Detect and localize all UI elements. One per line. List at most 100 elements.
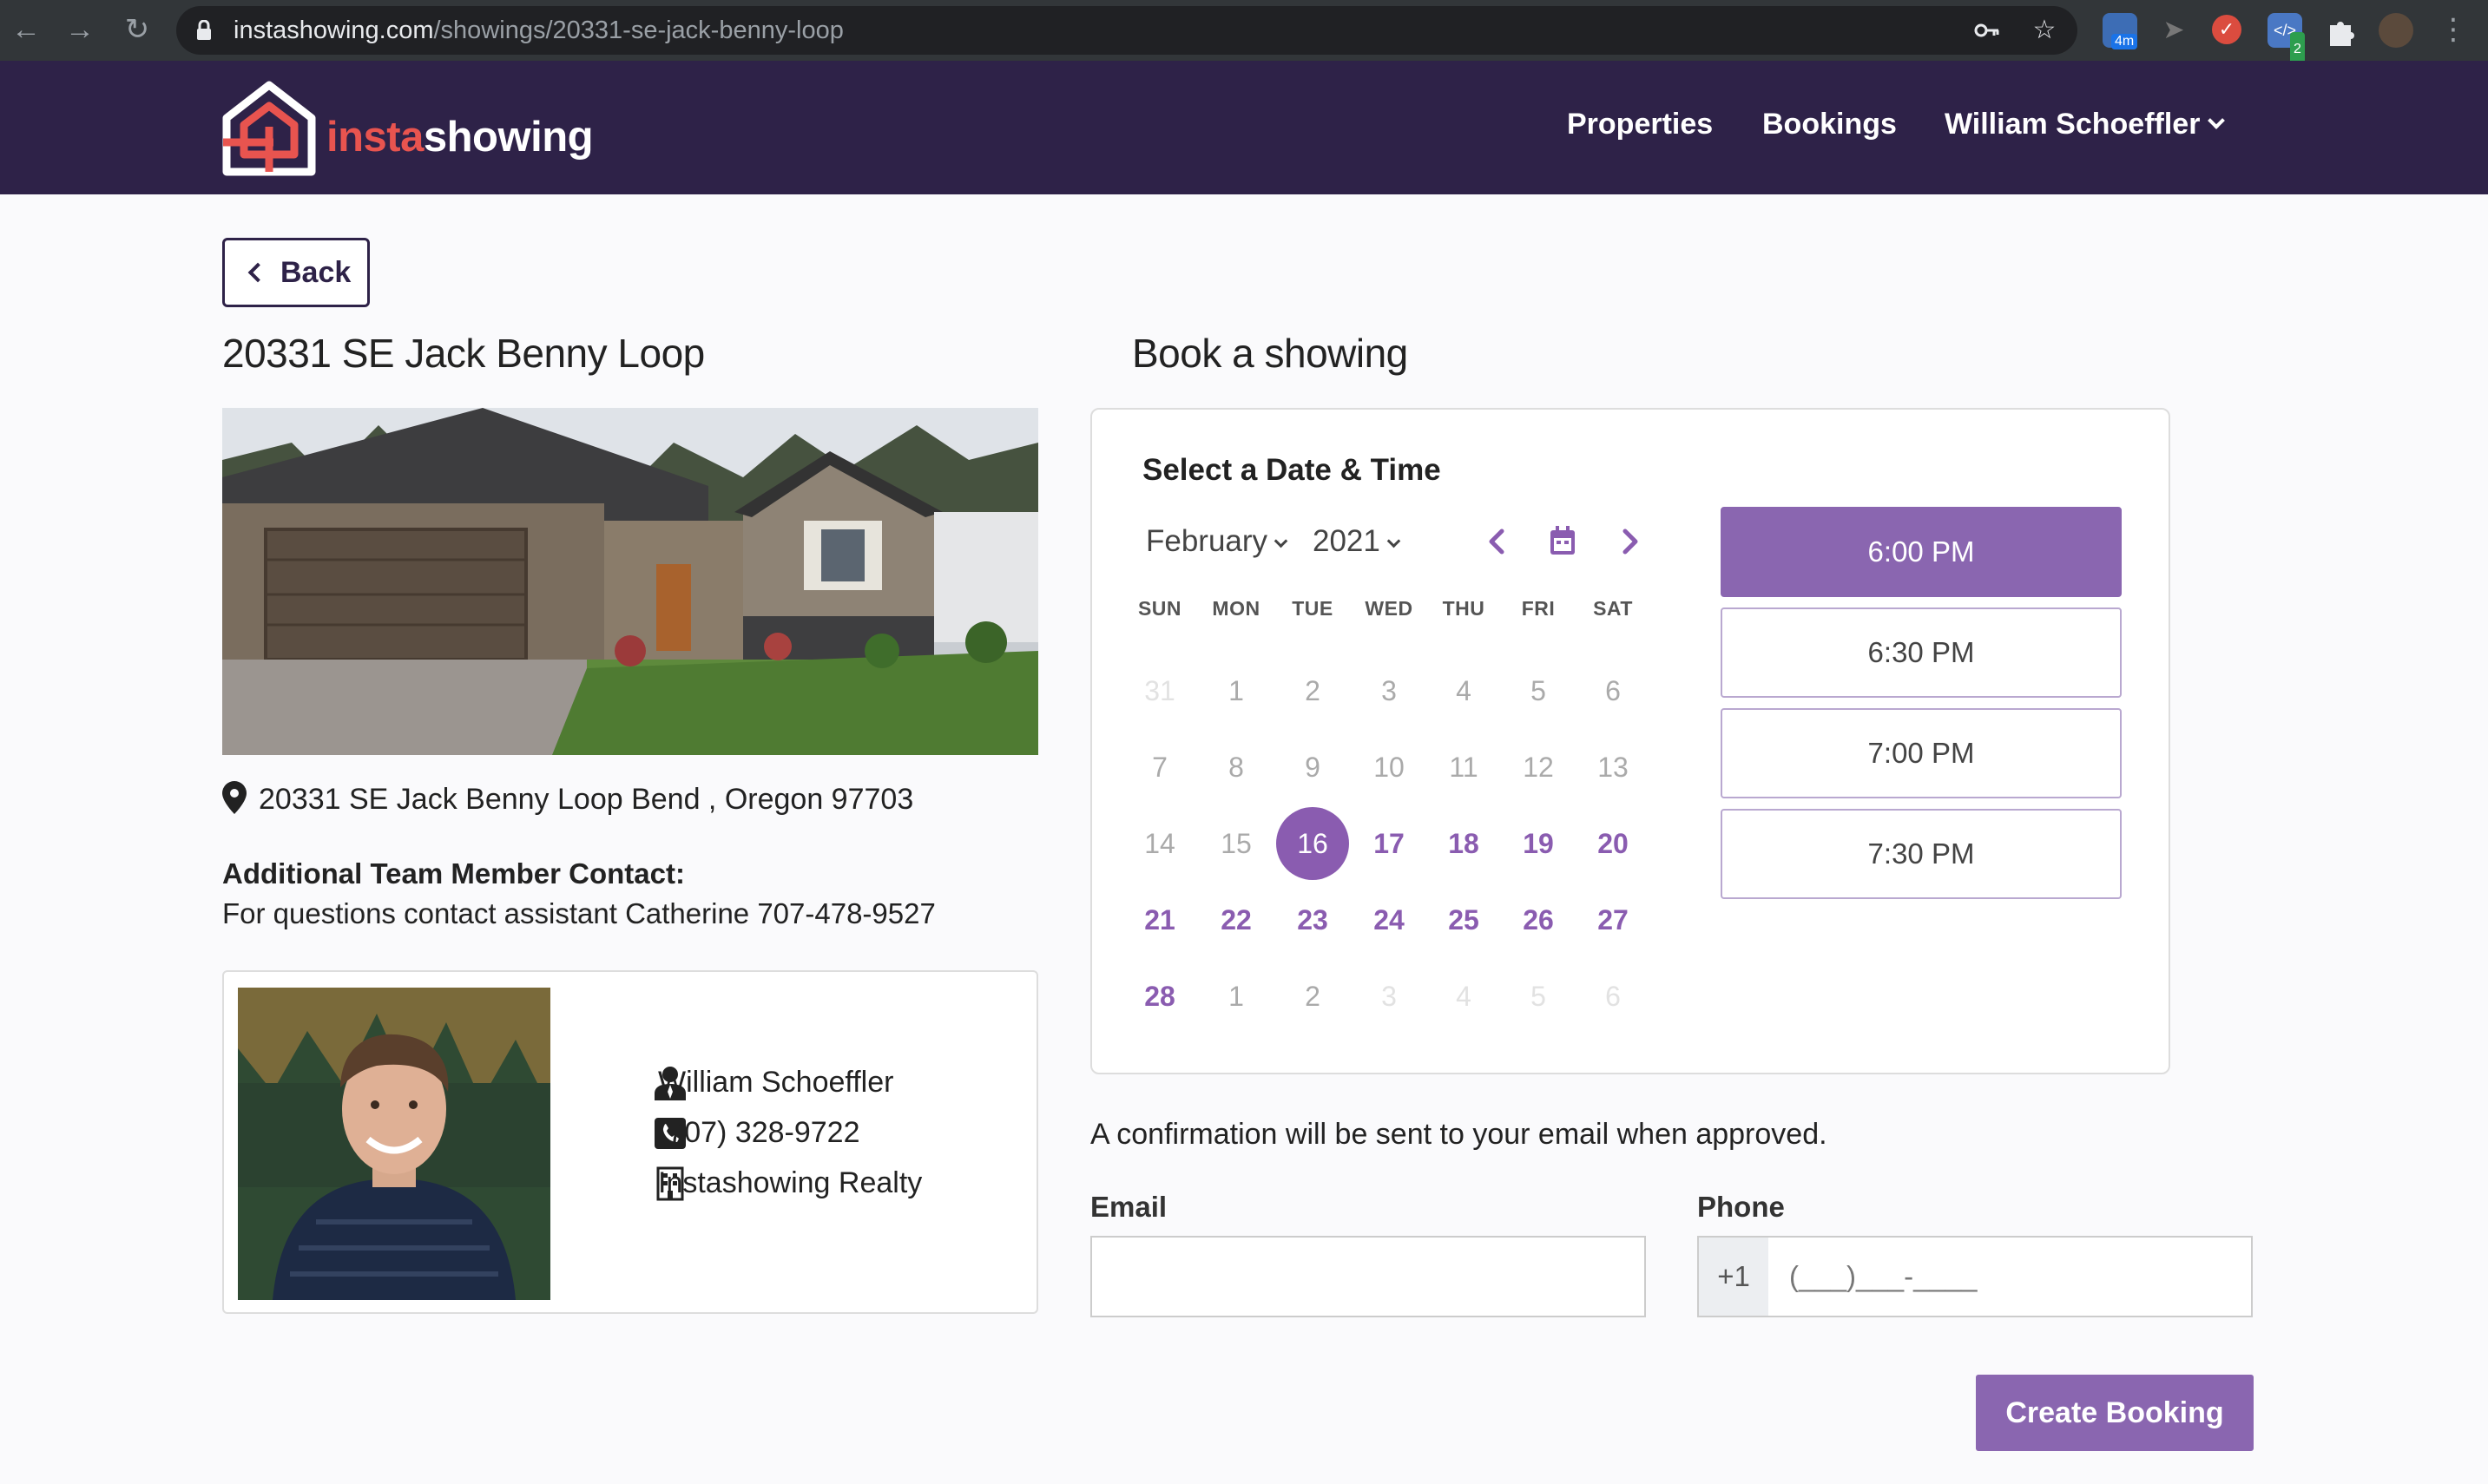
- create-booking-button[interactable]: Create Booking: [1976, 1375, 2254, 1451]
- property-photo: [222, 408, 1038, 755]
- weekday-label: SUN: [1137, 597, 1182, 620]
- contact-heading: Additional Team Member Contact:: [222, 857, 685, 890]
- calendar-day: 10: [1373, 752, 1405, 783]
- rocket-extension-icon[interactable]: ➤: [2156, 13, 2191, 48]
- back-button-label: Back: [280, 256, 352, 289]
- calendar-day: 5: [1530, 675, 1546, 706]
- calendar-day[interactable]: 26: [1502, 883, 1575, 956]
- chevron-down-icon: [1386, 534, 1401, 548]
- calendar-day: 6: [1605, 981, 1621, 1012]
- puzzle-icon[interactable]: [2323, 13, 2358, 48]
- calendar-day: 2: [1305, 675, 1320, 706]
- chevron-down-icon: [1274, 534, 1288, 548]
- time-slot-selected[interactable]: 6:00 PM: [1721, 507, 2122, 597]
- weekday-label: TUE: [1292, 597, 1333, 620]
- code-extension-icon[interactable]: </> 2: [2268, 13, 2305, 67]
- month-select-value: February: [1146, 524, 1268, 558]
- phone-country-code: +1: [1697, 1236, 1770, 1317]
- chevron-down-icon: [2208, 112, 2226, 129]
- agent-phone[interactable]: (707) 328-9722: [658, 1116, 860, 1150]
- property-address-text: 20331 SE Jack Benny Loop Bend , Oregon 9…: [259, 783, 914, 816]
- calendar-day[interactable]: 27: [1576, 883, 1649, 956]
- confirmation-note: A confirmation will be sent to your emai…: [1090, 1118, 1827, 1151]
- phone-label: Phone: [1697, 1191, 1785, 1223]
- instashowing-logo-icon[interactable]: [221, 80, 317, 177]
- phone-field[interactable]: [1768, 1236, 2253, 1317]
- calendar-day: 9: [1305, 752, 1320, 783]
- calendar-day: 12: [1523, 752, 1554, 783]
- key-icon[interactable]: [1973, 16, 2001, 44]
- year-select-value: 2021: [1313, 524, 1380, 558]
- todoist-extension-icon[interactable]: ✓: [2212, 15, 2241, 44]
- back-button[interactable]: Back: [222, 238, 370, 307]
- calendar-day[interactable]: 23: [1276, 883, 1349, 956]
- calendar-icon[interactable]: [1545, 522, 1580, 561]
- calendar-day[interactable]: 25: [1427, 883, 1500, 956]
- email-label: Email: [1090, 1191, 1168, 1223]
- property-title: 20331 SE Jack Benny Loop: [222, 331, 705, 376]
- time-slot[interactable]: 7:30 PM: [1721, 809, 2122, 899]
- calendar-day[interactable]: 18: [1427, 807, 1500, 880]
- browser-back-icon[interactable]: ←: [9, 12, 43, 47]
- app-header: instashowing Properties Bookings William…: [0, 61, 2488, 194]
- weekday-label: MON: [1212, 597, 1260, 620]
- profile-avatar[interactable]: [2379, 13, 2413, 48]
- calendar-day: 7: [1152, 752, 1168, 783]
- lock-icon: [197, 20, 211, 40]
- weekday-label: WED: [1365, 597, 1413, 620]
- browser-menu-icon[interactable]: ⋮: [2436, 12, 2471, 47]
- calendar-day: 31: [1144, 675, 1175, 706]
- calendar-day[interactable]: 20: [1576, 807, 1649, 880]
- agent-name: William Schoeffler: [658, 1066, 894, 1099]
- chevron-left-icon: [247, 262, 268, 283]
- calendar-day: 4: [1456, 675, 1471, 706]
- calendar-day: 2: [1305, 981, 1320, 1012]
- extension-icon[interactable]: 4m: [2103, 13, 2138, 49]
- nav-bookings[interactable]: Bookings: [1762, 108, 1897, 141]
- month-select[interactable]: February: [1146, 524, 1288, 559]
- calendar-day: 6: [1605, 675, 1621, 706]
- browser-forward-icon[interactable]: →: [63, 12, 97, 47]
- calendar-day: 13: [1597, 752, 1629, 783]
- nav-properties[interactable]: Properties: [1567, 108, 1713, 141]
- booking-heading: Book a showing: [1132, 331, 1408, 376]
- url-text: instashowing.com/showings/20331-se-jack-…: [234, 16, 844, 44]
- address-bar[interactable]: instashowing.com/showings/20331-se-jack-…: [176, 6, 2077, 55]
- calendar-day: 14: [1144, 828, 1175, 859]
- logo-wordmark[interactable]: instashowing: [326, 113, 594, 161]
- year-select[interactable]: 2021: [1313, 524, 1401, 559]
- calendar-day[interactable]: 17: [1353, 807, 1425, 880]
- time-slot[interactable]: 7:00 PM: [1721, 708, 2122, 798]
- property-address: 20331 SE Jack Benny Loop Bend , Oregon 9…: [222, 781, 913, 817]
- time-slot[interactable]: 6:30 PM: [1721, 607, 2122, 698]
- reload-icon[interactable]: ↻: [120, 12, 155, 47]
- browser-chrome: ← → ↻ instashowing.com/showings/20331-se…: [0, 0, 2488, 67]
- map-pin-icon: [222, 781, 247, 814]
- calendar-day-selected[interactable]: 16: [1276, 807, 1349, 880]
- contact-text: For questions contact assistant Catherin…: [222, 897, 936, 929]
- calendar-day: 8: [1228, 752, 1244, 783]
- picker-title: Select a Date & Time: [1142, 453, 1441, 487]
- agent-card: William Schoeffler (707) 328-9722 Instas…: [222, 970, 1038, 1314]
- chevron-right-icon[interactable]: [1613, 522, 1648, 561]
- weekday-label: SAT: [1593, 597, 1633, 620]
- star-icon[interactable]: ☆: [2031, 16, 2058, 44]
- calendar-day: 4: [1456, 981, 1471, 1012]
- calendar-day: 1: [1228, 981, 1244, 1012]
- calendar-day[interactable]: 28: [1123, 960, 1196, 1033]
- weekday-label: FRI: [1521, 597, 1556, 620]
- user-menu-label: William Schoeffler: [1945, 108, 2201, 141]
- chevron-left-icon[interactable]: [1479, 522, 1514, 561]
- calendar-day: 5: [1530, 981, 1546, 1012]
- calendar-day[interactable]: 19: [1502, 807, 1575, 880]
- date-time-picker: Select a Date & Time February 2021 SUN MO…: [1090, 408, 2170, 1074]
- calendar-day[interactable]: 22: [1200, 883, 1273, 956]
- email-field[interactable]: [1090, 1236, 1646, 1317]
- calendar-day: 3: [1381, 675, 1397, 706]
- agent-company: Instashowing Realty: [658, 1166, 923, 1199]
- calendar-day[interactable]: 24: [1353, 883, 1425, 956]
- agent-avatar: [238, 988, 550, 1300]
- calendar-day[interactable]: 21: [1123, 883, 1196, 956]
- calendar-day: 15: [1221, 828, 1252, 859]
- user-menu[interactable]: William Schoeffler: [1945, 108, 2226, 141]
